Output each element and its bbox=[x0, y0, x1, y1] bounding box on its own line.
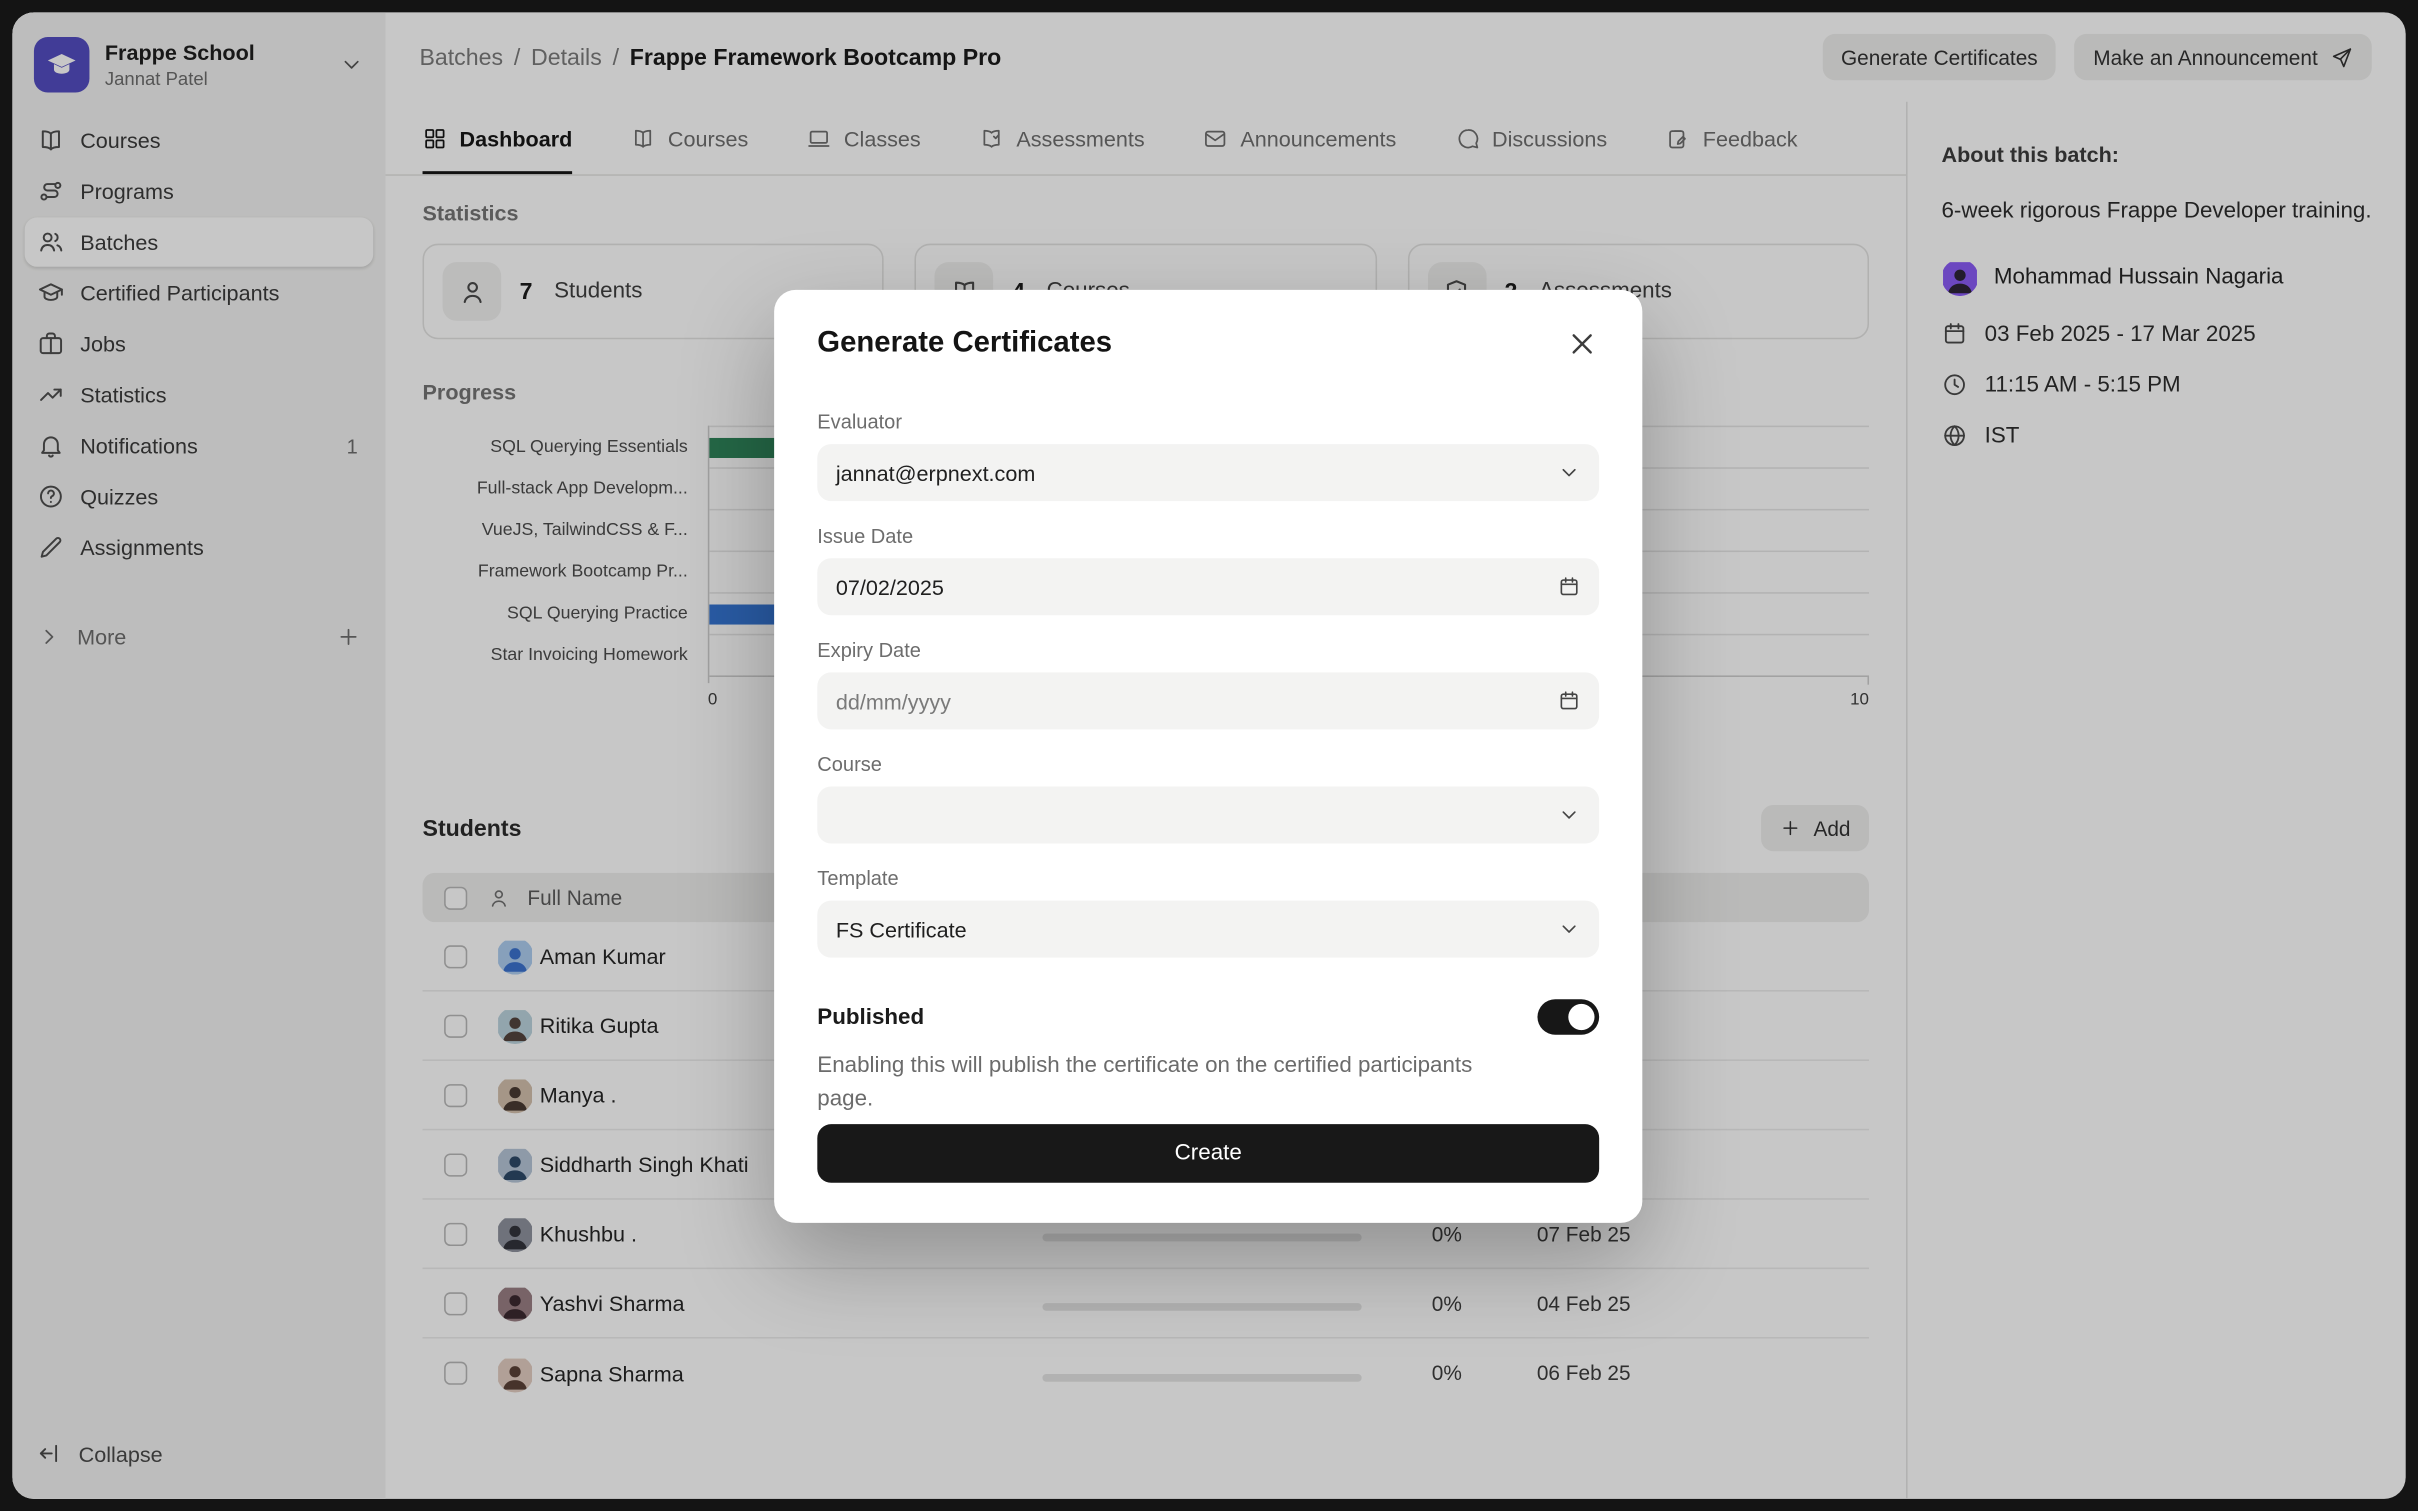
chevron-down-icon bbox=[1558, 461, 1581, 484]
evaluator-label: Evaluator bbox=[817, 410, 1599, 433]
course-label: Course bbox=[817, 753, 1599, 776]
template-value: FS Certificate bbox=[836, 917, 967, 942]
template-label: Template bbox=[817, 867, 1599, 890]
course-select[interactable] bbox=[817, 786, 1599, 843]
issue-date-value: 07/02/2025 bbox=[836, 574, 944, 599]
close-icon[interactable] bbox=[1565, 327, 1599, 361]
create-button[interactable]: Create bbox=[817, 1124, 1599, 1183]
toggle-knob bbox=[1568, 1004, 1594, 1030]
modal-title: Generate Certificates bbox=[817, 327, 1112, 361]
expiry-date-placeholder: dd/mm/yyyy bbox=[836, 689, 951, 714]
published-toggle[interactable] bbox=[1537, 999, 1599, 1034]
chevron-down-icon bbox=[1558, 918, 1581, 941]
issue-date-label: Issue Date bbox=[817, 524, 1599, 547]
published-label: Published bbox=[817, 1005, 924, 1030]
calendar-icon bbox=[1558, 689, 1581, 712]
chevron-down-icon bbox=[1558, 803, 1581, 826]
published-description: Enabling this will publish the certifica… bbox=[817, 1049, 1505, 1118]
calendar-icon bbox=[1558, 575, 1581, 598]
expiry-date-input[interactable]: dd/mm/yyyy bbox=[817, 672, 1599, 729]
expiry-date-label: Expiry Date bbox=[817, 638, 1599, 661]
evaluator-value: jannat@erpnext.com bbox=[836, 460, 1036, 485]
evaluator-select[interactable]: jannat@erpnext.com bbox=[817, 444, 1599, 501]
issue-date-input[interactable]: 07/02/2025 bbox=[817, 558, 1599, 615]
generate-certificates-modal: Generate Certificates Evaluator jannat@e… bbox=[774, 290, 1642, 1223]
app-window: Frappe School Jannat Patel CoursesProgra… bbox=[12, 12, 2405, 1499]
template-select[interactable]: FS Certificate bbox=[817, 901, 1599, 958]
